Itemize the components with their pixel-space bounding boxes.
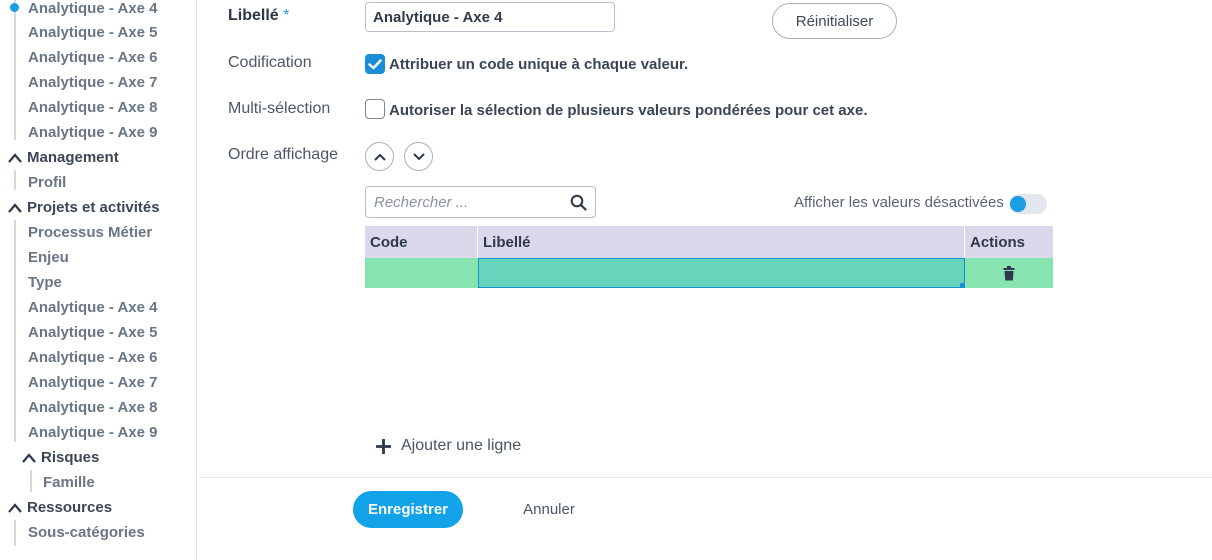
- tree-guide-line: [14, 220, 16, 442]
- cell-actions: [965, 258, 1053, 288]
- libelle-label: Libellé *: [228, 7, 289, 25]
- libelle-label-text: Libellé: [228, 7, 279, 24]
- move-up-button[interactable]: [365, 142, 394, 171]
- add-line-label: Ajouter une ligne: [401, 437, 522, 454]
- sidebar-item-projets-axe9[interactable]: Analytique - Axe 9: [28, 424, 157, 442]
- codification-checkbox[interactable]: [365, 54, 385, 74]
- cell-code[interactable]: [365, 258, 478, 288]
- sidebar-item-projets-axe8[interactable]: Analytique - Axe 8: [28, 399, 157, 417]
- sidebar-item-axe6[interactable]: Analytique - Axe 6: [28, 49, 157, 67]
- footer-divider: [197, 477, 1212, 478]
- values-search-input[interactable]: [374, 192, 559, 212]
- sidebar-item-projets-axe6[interactable]: Analytique - Axe 6: [28, 349, 157, 367]
- active-item-indicator: [10, 3, 19, 12]
- sidebar-group-projets[interactable]: Projets et activités: [8, 199, 160, 217]
- sidebar-item-projets-axe7[interactable]: Analytique - Axe 7: [28, 374, 157, 392]
- sidebar-item-axe5[interactable]: Analytique - Axe 5: [28, 24, 157, 42]
- fill-handle[interactable]: [960, 283, 965, 288]
- tree-guide-line: [14, 170, 16, 190]
- toggle-knob: [1010, 196, 1026, 212]
- column-header-code[interactable]: Code: [365, 226, 478, 258]
- sidebar-item-axe4[interactable]: Analytique - Axe 4: [28, 0, 157, 18]
- grid-header-row: Code Libellé Actions: [365, 226, 1053, 258]
- trash-icon[interactable]: [1003, 265, 1015, 281]
- sidebar-item-enjeu[interactable]: Enjeu: [28, 249, 69, 267]
- sidebar-item-processus[interactable]: Processus Métier: [28, 224, 152, 242]
- sidebar-item-axe9[interactable]: Analytique - Axe 9: [28, 124, 157, 142]
- chevron-up-icon: [8, 203, 22, 213]
- chevron-up-icon: [8, 503, 22, 513]
- cancel-button[interactable]: Annuler: [505, 491, 593, 528]
- codification-label: Codification: [228, 54, 312, 71]
- sidebar-group-label: Ressources: [27, 499, 113, 516]
- order-label: Ordre affichage: [228, 146, 338, 163]
- save-button[interactable]: Enregistrer: [353, 491, 463, 528]
- sidebar-item-projets-axe4[interactable]: Analytique - Axe 4: [28, 299, 157, 317]
- column-header-actions: Actions: [970, 234, 1026, 251]
- codification-option-text: Attribuer un code unique à chaque valeur…: [389, 56, 689, 73]
- sidebar-item-projets-axe5[interactable]: Analytique - Axe 5: [28, 324, 157, 342]
- sidebar-group-label: Risques: [41, 449, 100, 466]
- sidebar-group-label: Projets et activités: [27, 199, 160, 216]
- sidebar-item-sous-categories[interactable]: Sous-catégories: [28, 524, 145, 542]
- table-row: [365, 258, 1053, 288]
- required-mark: *: [283, 7, 290, 24]
- sidebar-group-label: Management: [27, 149, 119, 166]
- chevron-up-icon: [22, 453, 36, 463]
- values-grid: Code Libellé Actions: [365, 226, 1053, 288]
- chevron-up-icon: [373, 153, 386, 161]
- sidebar-item-famille[interactable]: Famille: [43, 474, 95, 492]
- show-disabled-label: Afficher les valeurs désactivées: [794, 194, 1004, 211]
- sidebar-group-management[interactable]: Management: [8, 149, 119, 167]
- add-line-button[interactable]: Ajouter une ligne: [375, 437, 521, 455]
- column-header-libelle[interactable]: Libellé: [478, 226, 965, 258]
- sidebar-group-ressources[interactable]: Ressources: [8, 499, 112, 517]
- sidebar-item-type[interactable]: Type: [28, 274, 62, 292]
- tree-guide-line: [14, 0, 16, 140]
- chevron-up-icon: [8, 153, 22, 163]
- values-search-box: [365, 186, 596, 218]
- cell-libelle[interactable]: [478, 258, 965, 288]
- multiselect-label: Multi-sélection: [228, 100, 331, 117]
- sidebar-group-risques[interactable]: Risques: [22, 449, 99, 467]
- tree-guide-line: [30, 470, 32, 492]
- chevron-down-icon: [412, 152, 425, 160]
- move-down-button[interactable]: [404, 142, 433, 171]
- plus-icon: [376, 438, 391, 454]
- checkmark-icon: [368, 59, 382, 70]
- multiselect-option-text: Autoriser la sélection de plusieurs vale…: [389, 102, 868, 119]
- sidebar-item-axe7[interactable]: Analytique - Axe 7: [28, 74, 157, 92]
- multiselect-checkbox[interactable]: [365, 99, 385, 119]
- show-disabled-toggle[interactable]: [1009, 194, 1047, 214]
- search-icon[interactable]: [570, 194, 587, 211]
- tree-guide-line: [14, 520, 16, 546]
- reset-button[interactable]: Réinitialiser: [772, 3, 897, 39]
- sidebar-nav: Analytique - Axe 4 Analytique - Axe 5 An…: [0, 0, 197, 560]
- sidebar-item-profil[interactable]: Profil: [28, 174, 66, 192]
- libelle-input[interactable]: [365, 2, 615, 32]
- sidebar-item-axe8[interactable]: Analytique - Axe 8: [28, 99, 157, 117]
